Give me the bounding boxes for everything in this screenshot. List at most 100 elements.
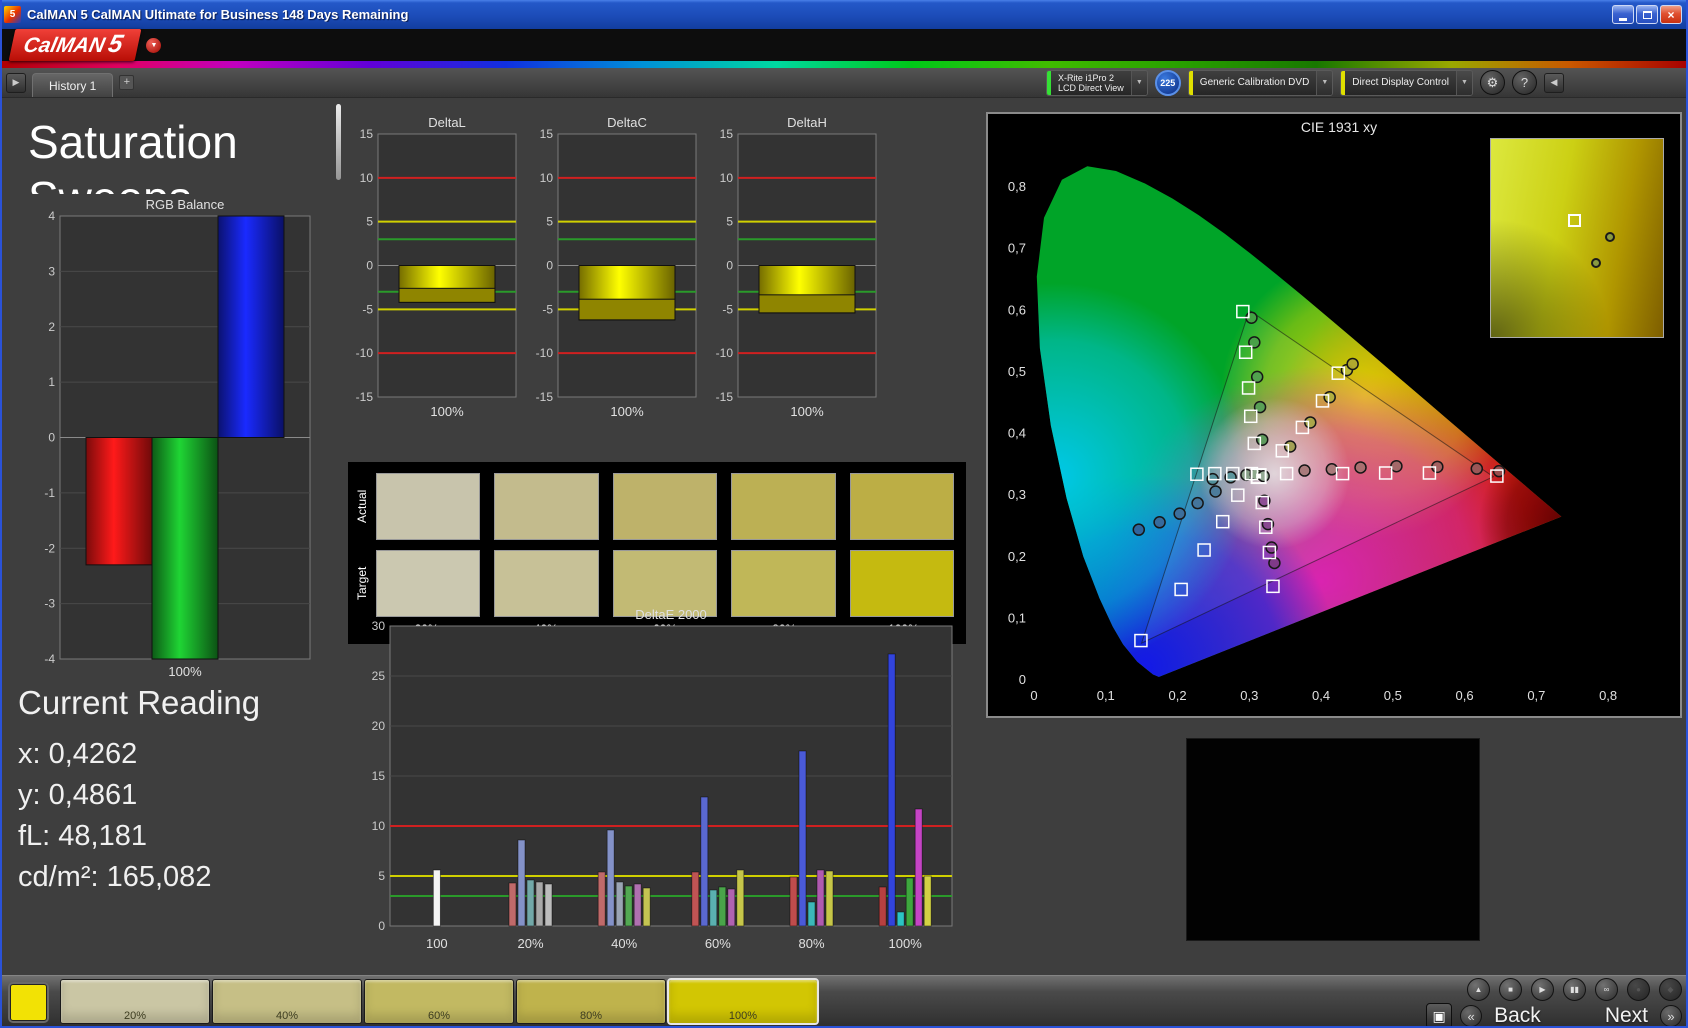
pause-button[interactable]: ▮▮: [1563, 978, 1586, 1001]
svg-text:0,4: 0,4: [1312, 688, 1330, 703]
add-tab-button[interactable]: +: [119, 75, 135, 90]
plus-icon: +: [123, 76, 131, 88]
svg-text:-5: -5: [362, 302, 373, 316]
svg-text:0,1: 0,1: [1097, 688, 1115, 703]
svg-text:0: 0: [366, 259, 373, 273]
eject-button[interactable]: ▲: [1467, 978, 1490, 1001]
meter-badge[interactable]: 225: [1154, 69, 1181, 96]
caret-down-icon: ▼: [1461, 79, 1468, 86]
svg-text:-15: -15: [716, 390, 734, 404]
chevrons-right-icon: »: [1667, 1008, 1675, 1024]
svg-text:0,1: 0,1: [1008, 610, 1026, 625]
svg-text:0,8: 0,8: [1008, 179, 1026, 194]
record-button[interactable]: ●: [1627, 978, 1650, 1001]
svg-text:DeltaH: DeltaH: [787, 115, 827, 130]
svg-text:40%: 40%: [611, 936, 637, 951]
rainbow-strip: [0, 61, 1688, 68]
display-caret: ▼: [1456, 70, 1472, 95]
swatch-label: 100%: [728, 1010, 758, 1022]
svg-text:0,6: 0,6: [1456, 688, 1474, 703]
svg-text:0,7: 0,7: [1527, 688, 1545, 703]
window-controls: ×: [1612, 5, 1682, 24]
logo-text: CalMAN: [21, 34, 107, 57]
frame-button[interactable]: ◆: [1659, 978, 1682, 1001]
actual-swatch: [494, 473, 599, 540]
next-chevron-button[interactable]: »: [1660, 1005, 1682, 1027]
svg-text:15: 15: [360, 127, 374, 141]
delta-e-chart: DeltaE 2000 0 5 10 15 20 25 30 100 20% 40% 60% 80% 10…: [372, 607, 953, 951]
back-chevron-button[interactable]: «: [1460, 1005, 1483, 1027]
saturation-swatch-80%[interactable]: 80%: [516, 979, 666, 1024]
navigation-row: ▣ « Back Next »: [1426, 1003, 1682, 1028]
actual-row: Actual: [350, 468, 956, 545]
cie-zoom-inset: [1490, 138, 1664, 338]
tab-label: History 1: [49, 78, 97, 93]
maximize-button[interactable]: [1636, 5, 1658, 24]
svg-text:-5: -5: [542, 302, 553, 316]
tab-scroll-button[interactable]: ▶: [6, 72, 26, 93]
arrow-left-icon: ◀: [1550, 77, 1558, 87]
meter-selector[interactable]: X-Rite i1Pro 2 LCD Direct View ▼: [1045, 69, 1148, 96]
svg-text:0: 0: [546, 259, 553, 273]
loop-button[interactable]: ∞: [1595, 978, 1618, 1001]
saturation-swatch-60%[interactable]: 60%: [364, 979, 514, 1024]
collapse-panel-button[interactable]: ◀: [1544, 72, 1564, 93]
stop-button[interactable]: ■: [1499, 978, 1522, 1001]
svg-text:100%: 100%: [790, 404, 824, 419]
actual-swatch: [849, 473, 955, 540]
logo-version: 5: [105, 30, 126, 58]
svg-text:10: 10: [720, 171, 734, 185]
logo-menu-button[interactable]: ▼: [146, 37, 162, 53]
svg-text:1: 1: [48, 375, 55, 389]
reading-cdm2: cd/m²: 165,082: [18, 861, 212, 893]
saturation-swatch-100%[interactable]: 100%: [667, 978, 819, 1025]
svg-text:2: 2: [48, 320, 55, 334]
meter-line2: LCD Direct View: [1057, 82, 1124, 93]
title-bar: 5 CalMAN 5 CalMAN Ultimate for Business …: [0, 0, 1688, 29]
close-button[interactable]: ×: [1660, 5, 1682, 24]
help-icon: ?: [1520, 75, 1529, 90]
svg-text:10: 10: [540, 171, 554, 185]
svg-text:-15: -15: [356, 390, 374, 404]
logo-bar: CalMAN 5 ▼: [0, 29, 1688, 61]
scrollbar-thumb[interactable]: [336, 104, 341, 180]
tab-history-1[interactable]: History 1: [32, 73, 114, 97]
standby-button[interactable]: ▣: [1426, 1003, 1453, 1028]
current-reading: Current Reading x: 0,4262 y: 0,4861 fL: …: [18, 684, 260, 898]
next-group: Next »: [1601, 1004, 1682, 1028]
transport-controls: ▲ ■ ▶ ▮▮ ∞ ● ◆ ▣ « Back Next »: [1426, 978, 1682, 1028]
svg-text:0,3: 0,3: [1008, 487, 1026, 502]
caret-down-icon: ▼: [1135, 79, 1143, 86]
settings-button[interactable]: ⚙: [1480, 70, 1505, 95]
display-control-selector[interactable]: Direct Display Control ▼: [1340, 69, 1473, 96]
svg-text:60%: 60%: [705, 936, 731, 951]
delta-h-chart: DeltaH 15 10 5 0 -5 -10 -15 100%: [716, 115, 877, 419]
svg-text:3: 3: [48, 264, 55, 278]
page-title-line1: Saturation: [28, 116, 238, 168]
caret-down-icon: ▼: [1321, 79, 1329, 86]
play-button[interactable]: ▶: [1531, 978, 1554, 1001]
source-selector[interactable]: Generic Calibration DVD ▼: [1187, 69, 1334, 96]
svg-text:-3: -3: [44, 597, 55, 611]
back-button[interactable]: Back: [1490, 1004, 1545, 1028]
actual-row-label: Actual: [355, 489, 369, 524]
svg-text:0,2: 0,2: [1168, 688, 1186, 703]
inset-measured-point: [1590, 257, 1601, 268]
svg-text:100%: 100%: [168, 664, 202, 679]
svg-text:0: 0: [726, 259, 733, 273]
svg-text:4: 4: [48, 209, 55, 223]
svg-text:5: 5: [366, 215, 373, 229]
svg-text:20: 20: [372, 719, 386, 733]
svg-text:DeltaL: DeltaL: [428, 115, 466, 130]
svg-text:-10: -10: [536, 346, 554, 360]
minimize-button[interactable]: [1612, 5, 1634, 24]
svg-text:0,4: 0,4: [1008, 426, 1026, 441]
meter-badge-value: 225: [1160, 77, 1176, 88]
saturation-swatch-40%[interactable]: 40%: [212, 979, 362, 1024]
svg-text:0: 0: [48, 431, 55, 445]
saturation-swatch-20%[interactable]: 20%: [60, 979, 210, 1024]
next-button[interactable]: Next: [1601, 1004, 1652, 1028]
reading-fl: fL: 48,181: [18, 820, 147, 852]
help-button[interactable]: ?: [1512, 70, 1537, 95]
display-label-text: Direct Display Control: [1352, 76, 1449, 88]
